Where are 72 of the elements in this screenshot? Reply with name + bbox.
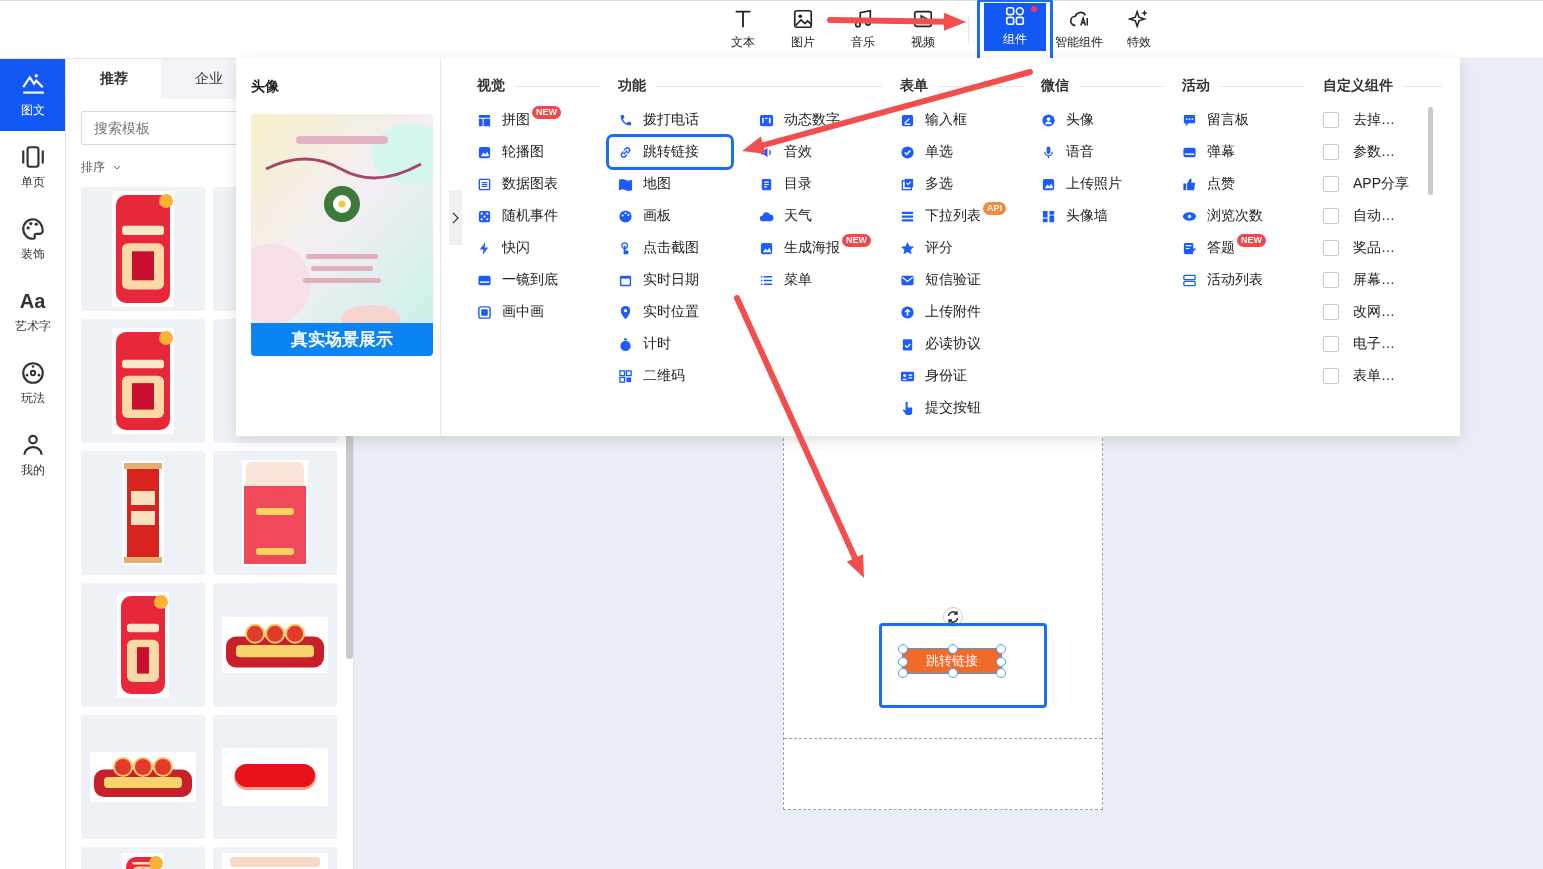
component-item[interactable]: 短信验证 bbox=[900, 264, 1041, 296]
component-item[interactable]: 拨打电话 bbox=[618, 104, 759, 136]
custom-component-label[interactable]: 表单… bbox=[1353, 367, 1395, 385]
sidebar-item[interactable]: 我的 bbox=[0, 419, 65, 491]
custom-component-label[interactable]: 屏幕… bbox=[1353, 271, 1395, 289]
badge: NEW bbox=[532, 105, 561, 119]
component-item[interactable]: 快闪 bbox=[477, 232, 618, 264]
component-item[interactable]: 输入框 bbox=[900, 104, 1041, 136]
custom-component-label[interactable]: 参数… bbox=[1353, 143, 1395, 161]
sidebar-item[interactable]: 装饰 bbox=[0, 203, 65, 275]
group-title: 功能 bbox=[618, 77, 646, 95]
component-item[interactable]: 身份证 bbox=[900, 360, 1041, 392]
component-item[interactable]: 必读协议 bbox=[900, 328, 1041, 360]
badge: NEW bbox=[1237, 233, 1266, 247]
component-item[interactable]: 提交按钮 bbox=[900, 392, 1041, 424]
component-item[interactable]: 画板 bbox=[618, 200, 759, 232]
custom-component-label[interactable]: 自动… bbox=[1353, 207, 1395, 225]
component-item[interactable]: 生成海报 NEW bbox=[759, 232, 900, 264]
component-item[interactable]: 点击截图 bbox=[618, 232, 759, 264]
component-item[interactable]: 多选 bbox=[900, 168, 1041, 200]
custom-component-label[interactable]: 奖品… bbox=[1353, 239, 1395, 257]
badge: API bbox=[983, 201, 1006, 215]
component-item[interactable]: 菜单 bbox=[759, 264, 900, 296]
custom-component-label[interactable]: 改网… bbox=[1353, 303, 1395, 321]
component-item[interactable]: 天气 bbox=[759, 200, 900, 232]
component-item[interactable]: 评分 bbox=[900, 232, 1041, 264]
component-item[interactable]: 头像墙 bbox=[1041, 200, 1182, 232]
custom-component-label[interactable]: APP分享 bbox=[1353, 175, 1409, 193]
component-item[interactable]: 浏览次数 bbox=[1182, 200, 1323, 232]
component-item[interactable]: 留言板 bbox=[1182, 104, 1323, 136]
component-item[interactable]: 上传附件 bbox=[900, 296, 1041, 328]
group-title: 视觉 bbox=[477, 77, 505, 95]
component-item[interactable]: 语音 bbox=[1041, 136, 1182, 168]
sort-dropdown[interactable]: 排序 bbox=[81, 158, 105, 176]
component-item[interactable]: 画中画 bbox=[477, 296, 618, 328]
sidebar-item[interactable]: 图文 bbox=[0, 59, 65, 131]
sidebar-item[interactable]: Aa 艺术字 bbox=[0, 275, 65, 347]
custom-component-label[interactable]: 去掉… bbox=[1353, 111, 1395, 129]
component-item[interactable]: 单选 bbox=[900, 136, 1041, 168]
component-item[interactable]: 活动列表 bbox=[1182, 264, 1323, 296]
component-item[interactable]: 随机事件 bbox=[477, 200, 618, 232]
sidebar-item[interactable]: 玩法 bbox=[0, 347, 65, 419]
component-item[interactable]: 答题 NEW bbox=[1182, 232, 1323, 264]
toolbar-button[interactable]: 图片 bbox=[773, 5, 833, 54]
component-item[interactable]: 点赞 bbox=[1182, 168, 1323, 200]
badge: NEW bbox=[842, 233, 871, 247]
component-item[interactable]: 地图 bbox=[618, 168, 759, 200]
group-title: 表单 bbox=[900, 77, 928, 95]
component-item[interactable]: 计时 bbox=[618, 328, 759, 360]
component-item[interactable]: 目录 bbox=[759, 168, 900, 200]
component-item[interactable]: 二维码 bbox=[618, 360, 759, 392]
component-item[interactable]: 一镜到底 bbox=[477, 264, 618, 296]
preview-banner: 真实场景展示 bbox=[251, 323, 433, 356]
sidebar-item[interactable]: 单页 bbox=[0, 131, 65, 203]
toolbar-button[interactable]: 音乐 bbox=[833, 5, 893, 54]
toolbar-button[interactable]: 智能组件 bbox=[1049, 5, 1109, 54]
component-item[interactable]: 下拉列表 API bbox=[900, 200, 1041, 232]
toolbar-button[interactable]: 文本 bbox=[713, 5, 773, 54]
component-item[interactable]: 实时位置 bbox=[618, 296, 759, 328]
custom-component-label[interactable]: 电子… bbox=[1353, 335, 1395, 353]
group-title: 活动 bbox=[1182, 77, 1210, 95]
component-item[interactable]: 弹幕 bbox=[1182, 136, 1323, 168]
component-item[interactable]: 拼图 NEW bbox=[477, 104, 618, 136]
component-item[interactable]: 上传照片 bbox=[1041, 168, 1182, 200]
font-icon: Aa bbox=[19, 287, 46, 314]
component-item[interactable]: 头像 bbox=[1041, 104, 1182, 136]
component-item[interactable]: 实时日期 bbox=[618, 264, 759, 296]
toolbar-button[interactable]: 组件 bbox=[984, 2, 1046, 51]
group-title: 自定义组件 bbox=[1323, 77, 1393, 95]
component-item[interactable]: 数据图表 bbox=[477, 168, 618, 200]
group-title: 微信 bbox=[1041, 77, 1069, 95]
toolbar-button[interactable]: 特效 bbox=[1109, 5, 1169, 54]
